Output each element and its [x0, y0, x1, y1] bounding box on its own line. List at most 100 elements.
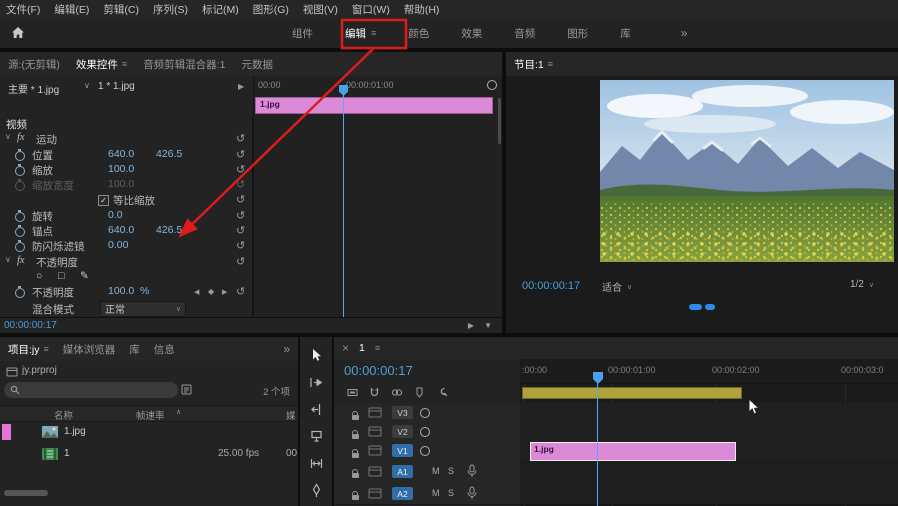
- menu-clip[interactable]: 剪辑(C): [103, 2, 139, 17]
- reset-icon[interactable]: ↺: [236, 285, 245, 298]
- lock-icon[interactable]: [352, 430, 359, 439]
- workspace-tab-audio[interactable]: 音频: [514, 26, 535, 41]
- stopwatch-icon[interactable]: [15, 209, 25, 222]
- tab-info[interactable]: 信息: [154, 342, 175, 357]
- project-file-name[interactable]: jy.prproj: [22, 365, 57, 376]
- add-keyframe-icon[interactable]: ◆: [208, 287, 214, 296]
- panel-options-icon[interactable]: [487, 80, 497, 90]
- stopwatch-icon[interactable]: [15, 163, 25, 176]
- reset-icon[interactable]: ↺: [236, 163, 245, 176]
- track-badge-v3[interactable]: V3: [392, 406, 413, 419]
- anchor-y-value[interactable]: 426.5: [156, 224, 182, 236]
- workspace-tab-libraries[interactable]: 库: [620, 26, 631, 41]
- voiceover-record-icon[interactable]: [466, 486, 478, 500]
- track-header-v1[interactable]: V1: [334, 441, 520, 461]
- expand-caret-icon[interactable]: ∨: [5, 132, 11, 141]
- zoom-handle-right[interactable]: [705, 304, 715, 310]
- footer-caret-icon[interactable]: ▼: [484, 321, 492, 330]
- video-preview-frame[interactable]: [600, 80, 894, 262]
- track-header-v3[interactable]: V3: [334, 403, 520, 423]
- column-name[interactable]: 名称: [54, 408, 73, 422]
- source-patch-icon[interactable]: [368, 488, 382, 499]
- menu-edit[interactable]: 编辑(E): [54, 2, 89, 17]
- nest-toggle-icon[interactable]: [346, 386, 359, 399]
- position-y-value[interactable]: 426.5: [156, 148, 182, 160]
- master-clip-caret-icon[interactable]: ∨: [84, 81, 90, 90]
- track-badge-v2[interactable]: V2: [392, 425, 413, 438]
- item-name[interactable]: 1.jpg: [64, 426, 86, 437]
- source-patch-icon[interactable]: [368, 426, 382, 437]
- solo-button[interactable]: S: [448, 488, 454, 498]
- track-header-v2[interactable]: V2: [334, 422, 520, 442]
- row-scale[interactable]: 缩放 100.0 ↺: [0, 163, 252, 178]
- search-input[interactable]: [4, 382, 178, 398]
- uniform-scale-checkbox[interactable]: ✓: [98, 195, 109, 207]
- reset-icon[interactable]: ↺: [236, 224, 245, 237]
- track-select-tool-icon[interactable]: [303, 372, 329, 392]
- add-marker-icon[interactable]: [413, 386, 426, 399]
- row-opacity[interactable]: 不透明度 100.0 % ◀ ◆ ▶ ↺: [0, 285, 252, 300]
- antiflicker-value[interactable]: 0.00: [108, 239, 128, 251]
- playback-resolution-dropdown[interactable]: 1/2 ∨: [850, 279, 874, 290]
- item-name[interactable]: 1: [64, 448, 70, 459]
- menu-graphics[interactable]: 图形(G): [253, 2, 289, 17]
- rotation-value[interactable]: 0.0: [108, 209, 123, 221]
- panel-menu-icon[interactable]: ≡: [375, 343, 380, 353]
- effect-mini-timeline[interactable]: 00:00 00:00:01:00 1.jpg: [253, 76, 502, 318]
- tab-project[interactable]: 项目:jy ≡: [8, 342, 49, 357]
- razor-tool-icon[interactable]: [303, 426, 329, 446]
- tab-libraries[interactable]: 库: [129, 342, 140, 357]
- toggle-output-icon[interactable]: [420, 408, 430, 418]
- sort-caret-icon[interactable]: ∧: [176, 408, 181, 416]
- pen-mask-icon[interactable]: ✎: [80, 270, 89, 282]
- play-around-icon[interactable]: ▶: [468, 321, 474, 330]
- expand-caret-icon[interactable]: ∨: [5, 255, 11, 264]
- track-lane-a1[interactable]: [520, 460, 898, 483]
- render-bar[interactable]: [522, 387, 742, 399]
- tab-metadata[interactable]: 元数据: [241, 57, 273, 72]
- ripple-edit-tool-icon[interactable]: [303, 399, 329, 419]
- workspace-tab-effects[interactable]: 效果: [461, 26, 482, 41]
- mini-clip-bar[interactable]: 1.jpg: [255, 97, 493, 114]
- scale-value[interactable]: 100.0: [108, 163, 134, 175]
- menu-sequence[interactable]: 序列(S): [153, 2, 188, 17]
- reset-icon[interactable]: ↺: [236, 132, 245, 145]
- tab-media-browser[interactable]: 媒体浏览器: [63, 342, 116, 357]
- track-badge-a1[interactable]: A1: [392, 465, 413, 478]
- row-uniform-scale[interactable]: ✓ 等比缩放 ↺: [0, 193, 252, 208]
- monitor-zoom-scrollbar[interactable]: [506, 304, 898, 310]
- voiceover-record-icon[interactable]: [466, 464, 478, 478]
- panel-menu-icon[interactable]: ≡: [44, 344, 49, 354]
- zoom-level-dropdown[interactable]: 适合 ∨: [602, 279, 632, 294]
- program-timecode[interactable]: 00:00:00:17: [522, 280, 580, 292]
- reset-icon[interactable]: ↺: [236, 209, 245, 222]
- row-anchor[interactable]: 锚点 640.0 426.5 ↺: [0, 224, 252, 239]
- workspace-tab-menu-icon[interactable]: ≡: [371, 28, 376, 38]
- blend-mode-dropdown[interactable]: 正常 ∨: [100, 300, 186, 317]
- tab-sequence-1[interactable]: 1: [359, 342, 365, 354]
- panel-menu-icon[interactable]: ≡: [548, 59, 553, 69]
- mute-button[interactable]: M: [432, 488, 440, 498]
- zoom-handle-left[interactable]: [689, 304, 702, 310]
- opacity-group-label[interactable]: 不透明度: [36, 255, 78, 270]
- anchor-x-value[interactable]: 640.0: [108, 224, 134, 236]
- tab-audio-clip-mixer[interactable]: 音频剪辑混合器:1: [143, 57, 225, 72]
- position-x-value[interactable]: 640.0: [108, 148, 134, 160]
- tab-source-monitor[interactable]: 源:(无剪辑): [8, 57, 60, 72]
- timeline-canvas[interactable]: :00:00 00:00:01:00 00:00:02:00 00:00:03:…: [520, 359, 898, 506]
- project-item-row[interactable]: 1.jpg: [0, 422, 298, 443]
- workspace-tab-graphics[interactable]: 图形: [567, 26, 588, 41]
- playhead-line[interactable]: [597, 372, 598, 506]
- source-patch-icon[interactable]: [368, 466, 382, 477]
- header-chevron-icon[interactable]: ▶: [238, 82, 244, 91]
- column-media[interactable]: 媒: [286, 408, 296, 422]
- mute-button[interactable]: M: [432, 466, 440, 476]
- reset-icon[interactable]: ↺: [236, 193, 245, 206]
- timeline-settings-icon[interactable]: [435, 386, 448, 399]
- row-motion[interactable]: ∨ fx 运动 ↺: [0, 132, 252, 147]
- next-keyframe-icon[interactable]: ▶: [222, 288, 227, 296]
- menu-window[interactable]: 窗口(W): [352, 2, 390, 17]
- row-antiflicker[interactable]: 防闪烁滤镜 0.00 ↺: [0, 239, 252, 254]
- lock-icon[interactable]: [352, 491, 359, 500]
- source-patch-icon[interactable]: [368, 407, 382, 418]
